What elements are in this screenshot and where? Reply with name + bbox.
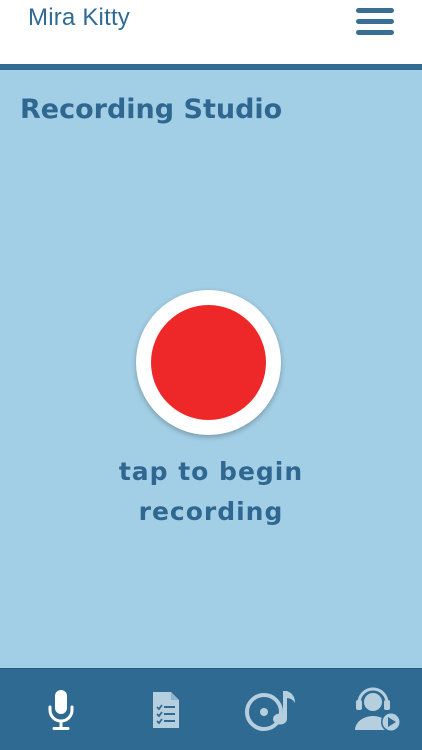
disc-music-note-icon bbox=[245, 691, 295, 731]
microphone-icon bbox=[48, 690, 74, 730]
tab-record[interactable] bbox=[8, 669, 114, 750]
top-bar: Mira Kitty bbox=[0, 0, 422, 64]
menu-line bbox=[356, 30, 394, 35]
app-title: Mira Kitty bbox=[28, 4, 131, 31]
tab-lyrics[interactable] bbox=[113, 669, 219, 750]
record-hint: tap to begin recording bbox=[61, 452, 361, 532]
tab-music[interactable] bbox=[218, 669, 324, 750]
checklist-document-icon bbox=[153, 692, 179, 728]
menu-line bbox=[356, 8, 394, 13]
tab-help[interactable] bbox=[324, 669, 422, 750]
hint-line-2: recording bbox=[138, 497, 284, 526]
record-dot-icon bbox=[151, 305, 266, 420]
headset-support-play-icon bbox=[355, 687, 401, 732]
hamburger-menu-icon[interactable] bbox=[356, 8, 394, 36]
record-button[interactable] bbox=[136, 290, 281, 435]
page-title: Recording Studio bbox=[20, 94, 283, 125]
bottom-tab-bar bbox=[0, 668, 422, 750]
menu-line bbox=[356, 19, 394, 24]
recording-studio-panel: Recording Studio tap to begin recording bbox=[0, 70, 422, 668]
hint-line-1: tap to begin bbox=[118, 457, 304, 486]
app-screen: Mira Kitty Recording Studio tap to begin… bbox=[0, 0, 422, 750]
